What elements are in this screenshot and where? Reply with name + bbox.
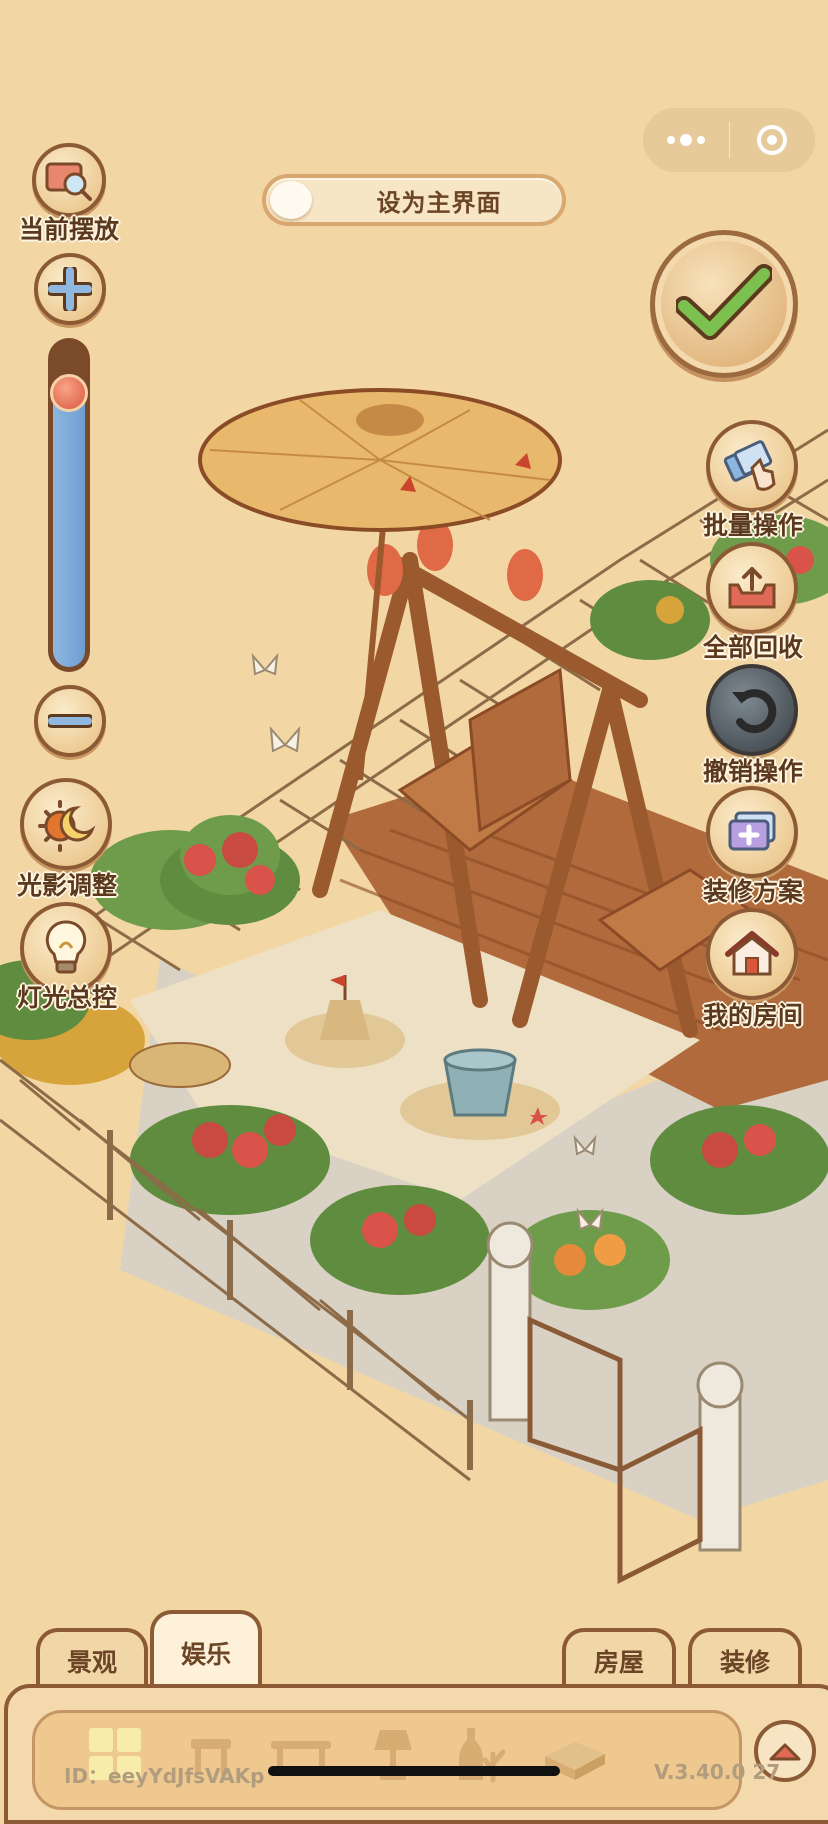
decoration-plans-button[interactable] — [706, 786, 798, 878]
my-room-label: 我的房间 — [702, 1001, 803, 1030]
my-room-button[interactable] — [706, 908, 798, 1000]
decoration-plans-label: 装修方案 — [702, 877, 803, 906]
mini-program-capsule — [643, 108, 815, 172]
plus-icon — [48, 267, 92, 311]
current-placement-button[interactable] — [32, 143, 106, 217]
sun-moon-icon — [38, 800, 96, 852]
zoom-slider[interactable] — [48, 338, 90, 672]
recycle-all-button[interactable] — [706, 542, 798, 634]
close-mini-program-button[interactable] — [730, 108, 816, 172]
toggle-knob[interactable] — [270, 181, 312, 219]
zoom-slider-fill — [53, 379, 85, 667]
category-lamp[interactable] — [358, 1716, 428, 1792]
user-id: ID：eeyYdJfsVAKp — [64, 1764, 265, 1788]
minus-icon — [48, 714, 92, 728]
version-text: V.3.40.0 27 — [654, 1760, 781, 1784]
check-icon — [676, 264, 772, 340]
more-button[interactable] — [643, 108, 729, 172]
recycle-all-label: 全部回收 — [702, 633, 803, 662]
batch-operation-label: 批量操作 — [702, 511, 803, 540]
category-table[interactable] — [266, 1716, 336, 1792]
hand-cards-icon — [723, 440, 776, 491]
magnifier-icon — [45, 162, 92, 201]
set-main-screen-label: 设为主界面 — [376, 188, 502, 217]
tab-decoration[interactable]: 装修 — [688, 1628, 802, 1690]
batch-operation-button[interactable] — [706, 420, 798, 512]
house-icon — [725, 931, 779, 976]
confirm-button[interactable] — [650, 230, 798, 378]
tab-landscape[interactable]: 景观 — [36, 1628, 148, 1690]
more-dots-icon — [666, 134, 705, 146]
light-shadow-label: 光影调整 — [16, 871, 117, 900]
undo-label: 撤销操作 — [702, 757, 803, 786]
undo-button[interactable] — [706, 664, 798, 756]
category-bottle[interactable] — [448, 1716, 518, 1792]
zoom-out-button[interactable] — [34, 685, 106, 757]
light-bulb-icon — [45, 920, 87, 974]
light-control-label: 灯光总控 — [16, 983, 117, 1012]
recycle-tray-icon — [728, 567, 776, 609]
plan-add-icon — [728, 811, 776, 851]
zoom-in-button[interactable] — [34, 253, 106, 325]
light-shadow-button[interactable] — [20, 778, 112, 870]
zoom-slider-thumb[interactable] — [50, 374, 88, 412]
undo-arrow-icon — [732, 689, 777, 734]
target-icon — [757, 125, 788, 155]
category-bed[interactable] — [540, 1716, 610, 1792]
tab-house[interactable]: 房屋 — [562, 1628, 676, 1690]
home-indicator — [268, 1766, 560, 1776]
current-placement-label: 当前摆放 — [18, 215, 119, 244]
tab-entertainment[interactable]: 娱乐 — [150, 1610, 262, 1692]
set-main-screen-toggle[interactable]: 设为主界面 — [262, 174, 566, 226]
